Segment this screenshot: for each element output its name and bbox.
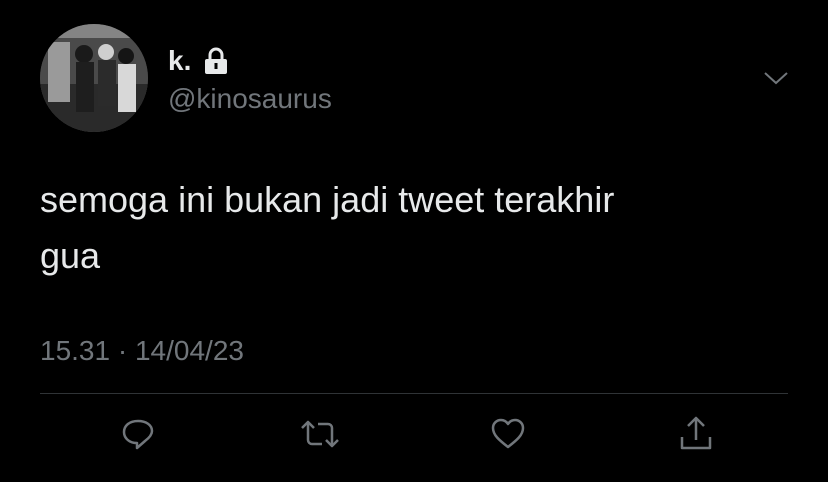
user-handle[interactable]: @kinosaurus [168,82,332,116]
tweet-timestamp[interactable]: 15.31 · 14/04/23 [40,334,244,368]
like-button[interactable] [486,414,530,458]
lock-icon [203,47,229,75]
reply-button[interactable] [116,414,160,458]
tweet-text: semoga ini bukan jadi tweet terakhir gua [40,172,780,284]
tweet-date: 14/04/23 [134,335,244,366]
display-name[interactable]: k. [168,44,191,78]
reply-icon [120,416,156,457]
separator: · [117,335,128,366]
tweet-text-line: semoga ini bukan jadi tweet terakhir [40,179,615,220]
tweet-text-line: gua [40,235,101,276]
author-name-row: k. [168,44,229,78]
chevron-down-icon[interactable] [760,66,792,90]
retweet-button[interactable] [298,414,342,458]
tweet-time: 15.31 [40,335,111,366]
share-button[interactable] [674,414,718,458]
like-icon [489,416,527,457]
retweet-icon [300,416,340,457]
share-icon [678,415,714,458]
divider [40,393,788,394]
avatar[interactable] [40,24,148,132]
action-bar [0,414,828,458]
tweet-card: k. @kinosaurus semoga ini bukan jadi twe… [0,0,828,482]
